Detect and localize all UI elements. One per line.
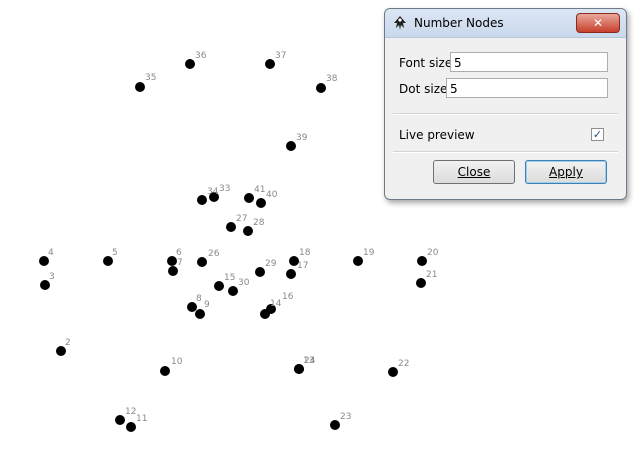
node-number-label: 10 <box>171 357 183 367</box>
node-number-label: 16 <box>282 292 294 302</box>
node-number-label: 34 <box>207 187 219 197</box>
node-dot[interactable] <box>316 83 326 93</box>
node-number-label: 35 <box>145 73 157 83</box>
dialog-title: Number Nodes <box>414 16 504 30</box>
node-dot[interactable] <box>286 269 296 279</box>
node-dot[interactable] <box>256 198 266 208</box>
node-number-label: 15 <box>224 273 236 283</box>
node-dot[interactable] <box>228 286 238 296</box>
node-number-label: 6 <box>176 248 182 258</box>
node-dot[interactable] <box>244 193 254 203</box>
node-number-label: 28 <box>253 218 265 228</box>
font-size-input[interactable]: 5 <box>450 52 608 72</box>
node-number-label: 21 <box>426 270 438 280</box>
node-dot[interactable] <box>330 420 340 430</box>
node-dot[interactable] <box>160 366 170 376</box>
node-dot[interactable] <box>135 82 145 92</box>
node-dot[interactable] <box>115 415 125 425</box>
node-dot[interactable] <box>388 367 398 377</box>
node-number-label: 8 <box>196 294 202 304</box>
node-dot[interactable] <box>265 59 275 69</box>
node-number-label: 2 <box>65 338 71 348</box>
node-dot[interactable] <box>289 256 299 266</box>
node-number-label: 4 <box>48 248 54 258</box>
node-number-label: 40 <box>266 190 278 200</box>
close-button-label: Close <box>457 165 491 179</box>
node-number-label: 41 <box>254 185 266 195</box>
dialog-titlebar[interactable]: Number Nodes ✕ <box>385 9 626 38</box>
close-button[interactable]: Close <box>433 160 515 184</box>
node-number-label: 29 <box>265 259 277 269</box>
node-number-label: 19 <box>363 248 375 258</box>
apply-button-label: Apply <box>549 165 583 179</box>
number-nodes-dialog: Number Nodes ✕ Font size 5 Dot size 5 Li… <box>384 8 627 200</box>
dot-size-input[interactable]: 5 <box>446 78 608 98</box>
node-dot[interactable] <box>416 278 426 288</box>
node-dot[interactable] <box>417 256 427 266</box>
node-number-label: 38 <box>326 74 338 84</box>
node-number-label: 3 <box>49 272 55 282</box>
separator <box>393 151 618 153</box>
dot-size-label: Dot size <box>399 82 448 96</box>
window-close-button[interactable]: ✕ <box>576 13 620 33</box>
separator <box>393 113 618 115</box>
node-dot[interactable] <box>260 309 270 319</box>
node-number-label: 14 <box>270 299 282 309</box>
node-number-label: 13 <box>303 356 315 366</box>
node-dot[interactable] <box>286 141 296 151</box>
node-number-label: 37 <box>275 51 287 61</box>
node-dot[interactable] <box>243 226 253 236</box>
node-number-label: 18 <box>299 248 311 258</box>
font-size-label: Font size <box>399 56 453 70</box>
apply-button[interactable]: Apply <box>525 160 607 184</box>
node-dot[interactable] <box>195 309 205 319</box>
node-dot[interactable] <box>214 281 224 291</box>
node-number-label: 5 <box>112 248 118 258</box>
node-number-label: 33 <box>219 184 231 194</box>
node-number-label: 17 <box>297 261 309 271</box>
node-number-label: 36 <box>195 51 207 61</box>
node-dot[interactable] <box>353 256 363 266</box>
node-number-label: 27 <box>236 214 248 224</box>
node-dot[interactable] <box>185 59 195 69</box>
node-number-label: 7 <box>177 258 183 268</box>
node-number-label: 9 <box>204 300 210 310</box>
node-number-label: 11 <box>136 414 148 424</box>
node-dot[interactable] <box>126 422 136 432</box>
node-number-label: 26 <box>208 249 220 259</box>
node-number-label: 12 <box>125 407 137 417</box>
node-dot[interactable] <box>197 257 207 267</box>
node-dot[interactable] <box>255 267 265 277</box>
inkscape-icon <box>394 16 406 30</box>
node-number-label: 20 <box>427 248 439 258</box>
live-preview-label: Live preview <box>399 128 475 142</box>
node-number-label: 23 <box>340 412 352 422</box>
node-dot[interactable] <box>197 195 207 205</box>
node-number-label: 30 <box>238 278 250 288</box>
live-preview-checkbox[interactable]: ✓ <box>591 128 604 141</box>
node-number-label: 22 <box>398 359 410 369</box>
node-number-label: 39 <box>296 133 308 143</box>
node-dot[interactable] <box>226 222 236 232</box>
